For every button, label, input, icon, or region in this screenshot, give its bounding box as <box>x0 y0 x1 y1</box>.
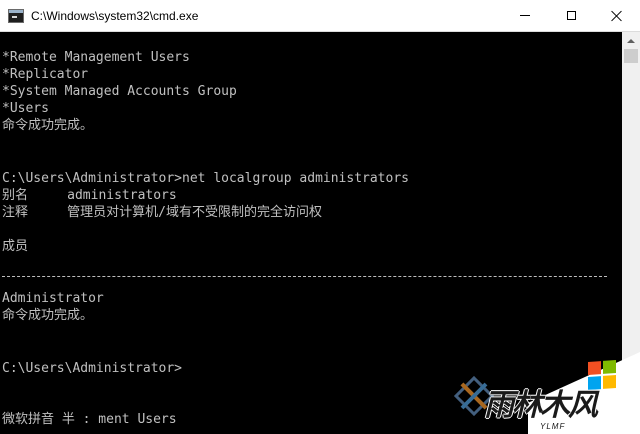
minimize-button[interactable] <box>502 0 548 31</box>
maximize-icon <box>566 11 576 20</box>
console-line: *Users <box>2 101 49 116</box>
watermark-logo-text: 雨林木风 <box>484 388 598 423</box>
scroll-thumb[interactable] <box>624 49 638 63</box>
console-line: 命令成功完成。 <box>2 308 94 323</box>
windows-logo-icon <box>588 360 616 390</box>
console-line: C:\Users\Administrator>net localgroup ad… <box>2 171 409 186</box>
title-bar[interactable]: C:\Windows\system32\cmd.exe <box>0 0 640 32</box>
watermark-sub-text: YLMF <box>540 422 566 431</box>
console-line: *System Managed Accounts Group <box>2 84 237 99</box>
close-button[interactable] <box>594 0 640 31</box>
window-title: C:\Windows\system32\cmd.exe <box>31 9 199 23</box>
dashed-separator <box>2 276 607 277</box>
watermark: 雨林木风 YLMF <box>450 352 640 434</box>
minimize-icon <box>520 15 530 16</box>
console-line: *Remote Management Users <box>2 50 190 65</box>
scroll-up-arrow-icon[interactable] <box>622 32 640 49</box>
console-line: 别名 administrators <box>2 188 177 203</box>
console-line: *Replicator <box>2 67 89 82</box>
console-line: 注释 管理员对计算机/域有不受限制的完全访问权 <box>2 205 322 220</box>
close-icon <box>611 10 623 22</box>
console-line: Administrator <box>2 291 104 306</box>
console-line: 成员 <box>2 239 29 254</box>
maximize-button[interactable] <box>548 0 594 31</box>
cmd-window: C:\Windows\system32\cmd.exe *Remote Mana… <box>0 0 640 434</box>
cmd-icon[interactable] <box>8 9 24 23</box>
console-prompt[interactable]: C:\Users\Administrator> <box>2 360 182 377</box>
console-line: 命令成功完成。 <box>2 118 94 133</box>
ime-status-line: 微软拼音 半 : ment Users <box>2 412 177 427</box>
